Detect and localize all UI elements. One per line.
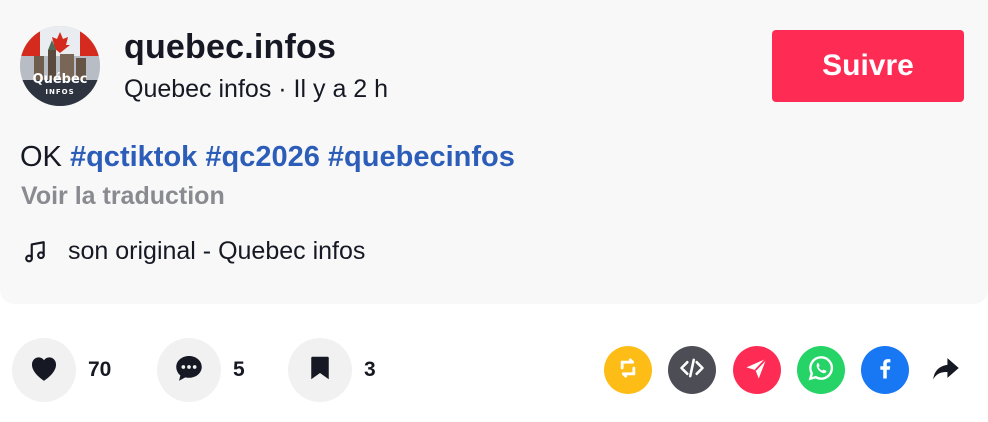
- comment-icon: [172, 351, 206, 390]
- follow-button[interactable]: Suivre: [772, 30, 964, 102]
- comment-button[interactable]: [157, 338, 221, 402]
- send-button[interactable]: [733, 346, 781, 394]
- repost-icon: [614, 354, 642, 387]
- bookmark-icon: [305, 353, 335, 388]
- like-stat: 70: [12, 338, 111, 402]
- author-subline: Quebec infos · Il y a 2 h: [124, 75, 388, 104]
- separator: ·: [271, 75, 294, 103]
- avatar-logo-text: Québec: [32, 72, 88, 87]
- sound-label: son original - Quebec infos: [68, 237, 366, 265]
- save-stat: 3: [288, 338, 376, 402]
- whatsapp-icon: [805, 352, 837, 389]
- hashtag[interactable]: #quebecinfos: [328, 141, 515, 173]
- send-icon: [743, 354, 771, 387]
- sound-link[interactable]: son original - Quebec infos: [22, 237, 365, 266]
- display-name[interactable]: Quebec infos: [124, 75, 271, 103]
- caption-text: OK: [20, 141, 70, 173]
- translate-link[interactable]: Voir la traduction: [21, 182, 225, 211]
- whatsapp-button[interactable]: [797, 346, 845, 394]
- comment-stat: 5: [157, 338, 245, 402]
- share-arrow-icon: [929, 351, 963, 390]
- music-note-icon: [22, 239, 48, 265]
- save-count: 3: [364, 358, 376, 381]
- caption: OK #qctiktok #qc2026 #quebecinfos: [20, 141, 515, 174]
- time-ago: Il y a 2 h: [293, 75, 389, 103]
- like-count: 70: [88, 358, 112, 381]
- like-button[interactable]: [12, 338, 76, 402]
- username[interactable]: quebec.infos: [124, 28, 336, 67]
- avatar[interactable]: Québec INFOS: [20, 26, 100, 106]
- facebook-icon: [871, 354, 899, 387]
- embed-icon: [678, 354, 706, 387]
- comment-count: 5: [233, 358, 245, 381]
- avatar-logo-subtext: INFOS: [45, 88, 75, 96]
- hashtag[interactable]: #qc2026: [205, 141, 320, 173]
- post-info-card: Québec INFOS quebec.infos Quebec infos ·…: [0, 0, 988, 304]
- facebook-button[interactable]: [861, 346, 909, 394]
- hashtag[interactable]: #qctiktok: [70, 141, 197, 173]
- heart-icon: [27, 351, 61, 390]
- save-button[interactable]: [288, 338, 352, 402]
- embed-button[interactable]: [668, 346, 716, 394]
- share-button[interactable]: [928, 352, 964, 388]
- repost-button[interactable]: [604, 346, 652, 394]
